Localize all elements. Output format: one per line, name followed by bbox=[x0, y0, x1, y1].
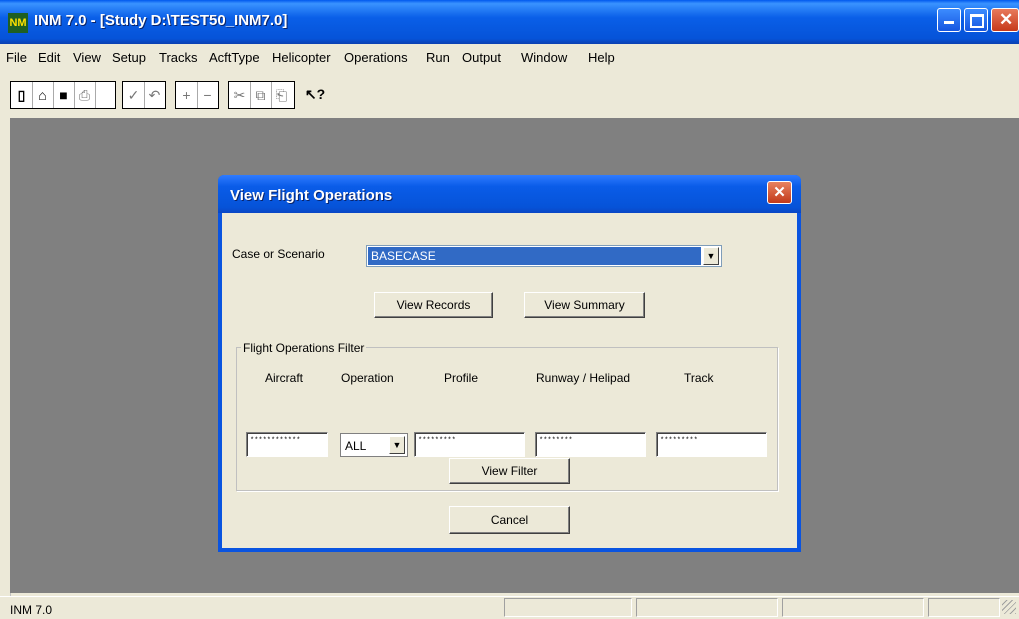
operation-value: ALL bbox=[345, 439, 367, 453]
copy-icon[interactable]: ⧉ bbox=[250, 82, 272, 108]
dialog-body: Case or Scenario BASECASE ▼ View Records… bbox=[222, 213, 797, 548]
cancel-button[interactable]: Cancel bbox=[449, 506, 570, 534]
remove-icon[interactable]: − bbox=[197, 82, 218, 108]
dialog-title: View Flight Operations bbox=[230, 187, 393, 204]
menu-bar: File Edit View Setup Tracks AcftType Hel… bbox=[0, 44, 1019, 70]
new-icon[interactable]: ▯ bbox=[11, 82, 33, 108]
help-toolbar-group: ↖? bbox=[300, 81, 330, 109]
status-text: INM 7.0 bbox=[10, 603, 53, 617]
open-icon[interactable]: ⌂ bbox=[32, 82, 54, 108]
menu-edit[interactable]: Edit bbox=[38, 50, 60, 65]
edit-toolbar-group: ✓ ↶ bbox=[122, 81, 166, 109]
menu-acfttype[interactable]: AcftType bbox=[209, 50, 260, 65]
view-flight-operations-dialog: View Flight Operations ✕ Case or Scenari… bbox=[218, 175, 801, 552]
dialog-close-button[interactable]: ✕ bbox=[767, 181, 792, 204]
menu-output[interactable]: Output bbox=[462, 50, 501, 65]
runway-helipad-header: Runway / Helipad bbox=[536, 371, 631, 385]
aircraft-filter-input[interactable]: ************ bbox=[246, 432, 328, 457]
paste-icon[interactable]: ⎗ bbox=[271, 82, 292, 108]
profile-header: Profile bbox=[444, 371, 479, 385]
case-scenario-label: Case or Scenario bbox=[232, 247, 325, 261]
track-header: Track bbox=[684, 371, 714, 385]
maximize-button[interactable] bbox=[964, 8, 988, 32]
profile-filter-input[interactable]: ********* bbox=[414, 432, 525, 457]
close-icon: ✕ bbox=[773, 184, 786, 201]
runway-helipad-filter-input[interactable]: ******** bbox=[535, 432, 646, 457]
minimize-button[interactable] bbox=[937, 8, 961, 32]
filter-group-label: Flight Operations Filter bbox=[241, 341, 367, 355]
menu-operations[interactable]: Operations bbox=[344, 50, 408, 65]
resize-grip-icon[interactable] bbox=[1002, 600, 1016, 614]
file-toolbar-group: ▯ ⌂ ■ ⎙ bbox=[10, 81, 116, 109]
menu-window[interactable]: Window bbox=[521, 50, 567, 65]
inm-app-icon[interactable]: NM bbox=[8, 13, 28, 33]
menu-helicopter[interactable]: Helicopter bbox=[272, 50, 331, 65]
view-filter-button[interactable]: View Filter bbox=[449, 458, 570, 484]
dialog-title-bar[interactable]: View Flight Operations ✕ bbox=[218, 175, 801, 213]
status-pane bbox=[636, 598, 778, 617]
maximize-icon bbox=[970, 14, 984, 28]
context-help-icon[interactable]: ↖? bbox=[302, 81, 328, 107]
cut-icon[interactable]: ✂ bbox=[229, 82, 251, 108]
save-icon[interactable]: ■ bbox=[53, 82, 75, 108]
view-records-button[interactable]: View Records bbox=[374, 292, 493, 318]
menu-file[interactable]: File bbox=[6, 50, 27, 65]
menu-setup[interactable]: Setup bbox=[112, 50, 146, 65]
toolbar: ▯ ⌂ ■ ⎙ ✓ ↶ + − ✂ ⧉ ⎗ ↖? bbox=[10, 75, 442, 117]
record-toolbar-group: + − bbox=[175, 81, 219, 109]
close-app-button[interactable]: ✕ bbox=[991, 8, 1019, 32]
undo-icon[interactable]: ↶ bbox=[144, 82, 165, 108]
case-scenario-select[interactable]: BASECASE ▼ bbox=[366, 245, 722, 267]
aircraft-header: Aircraft bbox=[265, 371, 304, 385]
operation-header: Operation bbox=[341, 371, 394, 385]
main-window-title: INM 7.0 - [Study D:\TEST50_INM7.0] bbox=[34, 12, 288, 29]
track-filter-input[interactable]: ********* bbox=[656, 432, 767, 457]
check-icon[interactable]: ✓ bbox=[123, 82, 145, 108]
status-pane bbox=[504, 598, 632, 617]
menu-run[interactable]: Run bbox=[426, 50, 450, 65]
add-icon[interactable]: + bbox=[176, 82, 198, 108]
inm-main-window: NM INM 7.0 - [Study D:\TEST50_INM7.0] ✕ … bbox=[0, 0, 1019, 619]
operation-select[interactable]: ALL ▼ bbox=[340, 433, 408, 457]
case-scenario-value: BASECASE bbox=[368, 247, 701, 265]
menu-tracks[interactable]: Tracks bbox=[159, 50, 198, 65]
status-pane bbox=[782, 598, 924, 617]
main-title-bar[interactable]: NM INM 7.0 - [Study D:\TEST50_INM7.0] ✕ bbox=[0, 0, 1019, 44]
menu-help[interactable]: Help bbox=[588, 50, 615, 65]
clipboard-toolbar-group: ✂ ⧉ ⎗ bbox=[228, 81, 295, 109]
status-pane bbox=[928, 598, 1000, 617]
minimize-icon bbox=[944, 21, 954, 24]
menu-view[interactable]: View bbox=[73, 50, 101, 65]
chevron-down-icon[interactable]: ▼ bbox=[389, 436, 405, 454]
view-summary-button[interactable]: View Summary bbox=[524, 292, 645, 318]
print-icon[interactable]: ⎙ bbox=[74, 82, 96, 108]
chevron-down-icon[interactable]: ▼ bbox=[703, 247, 719, 265]
close-icon: ✕ bbox=[999, 10, 1014, 29]
